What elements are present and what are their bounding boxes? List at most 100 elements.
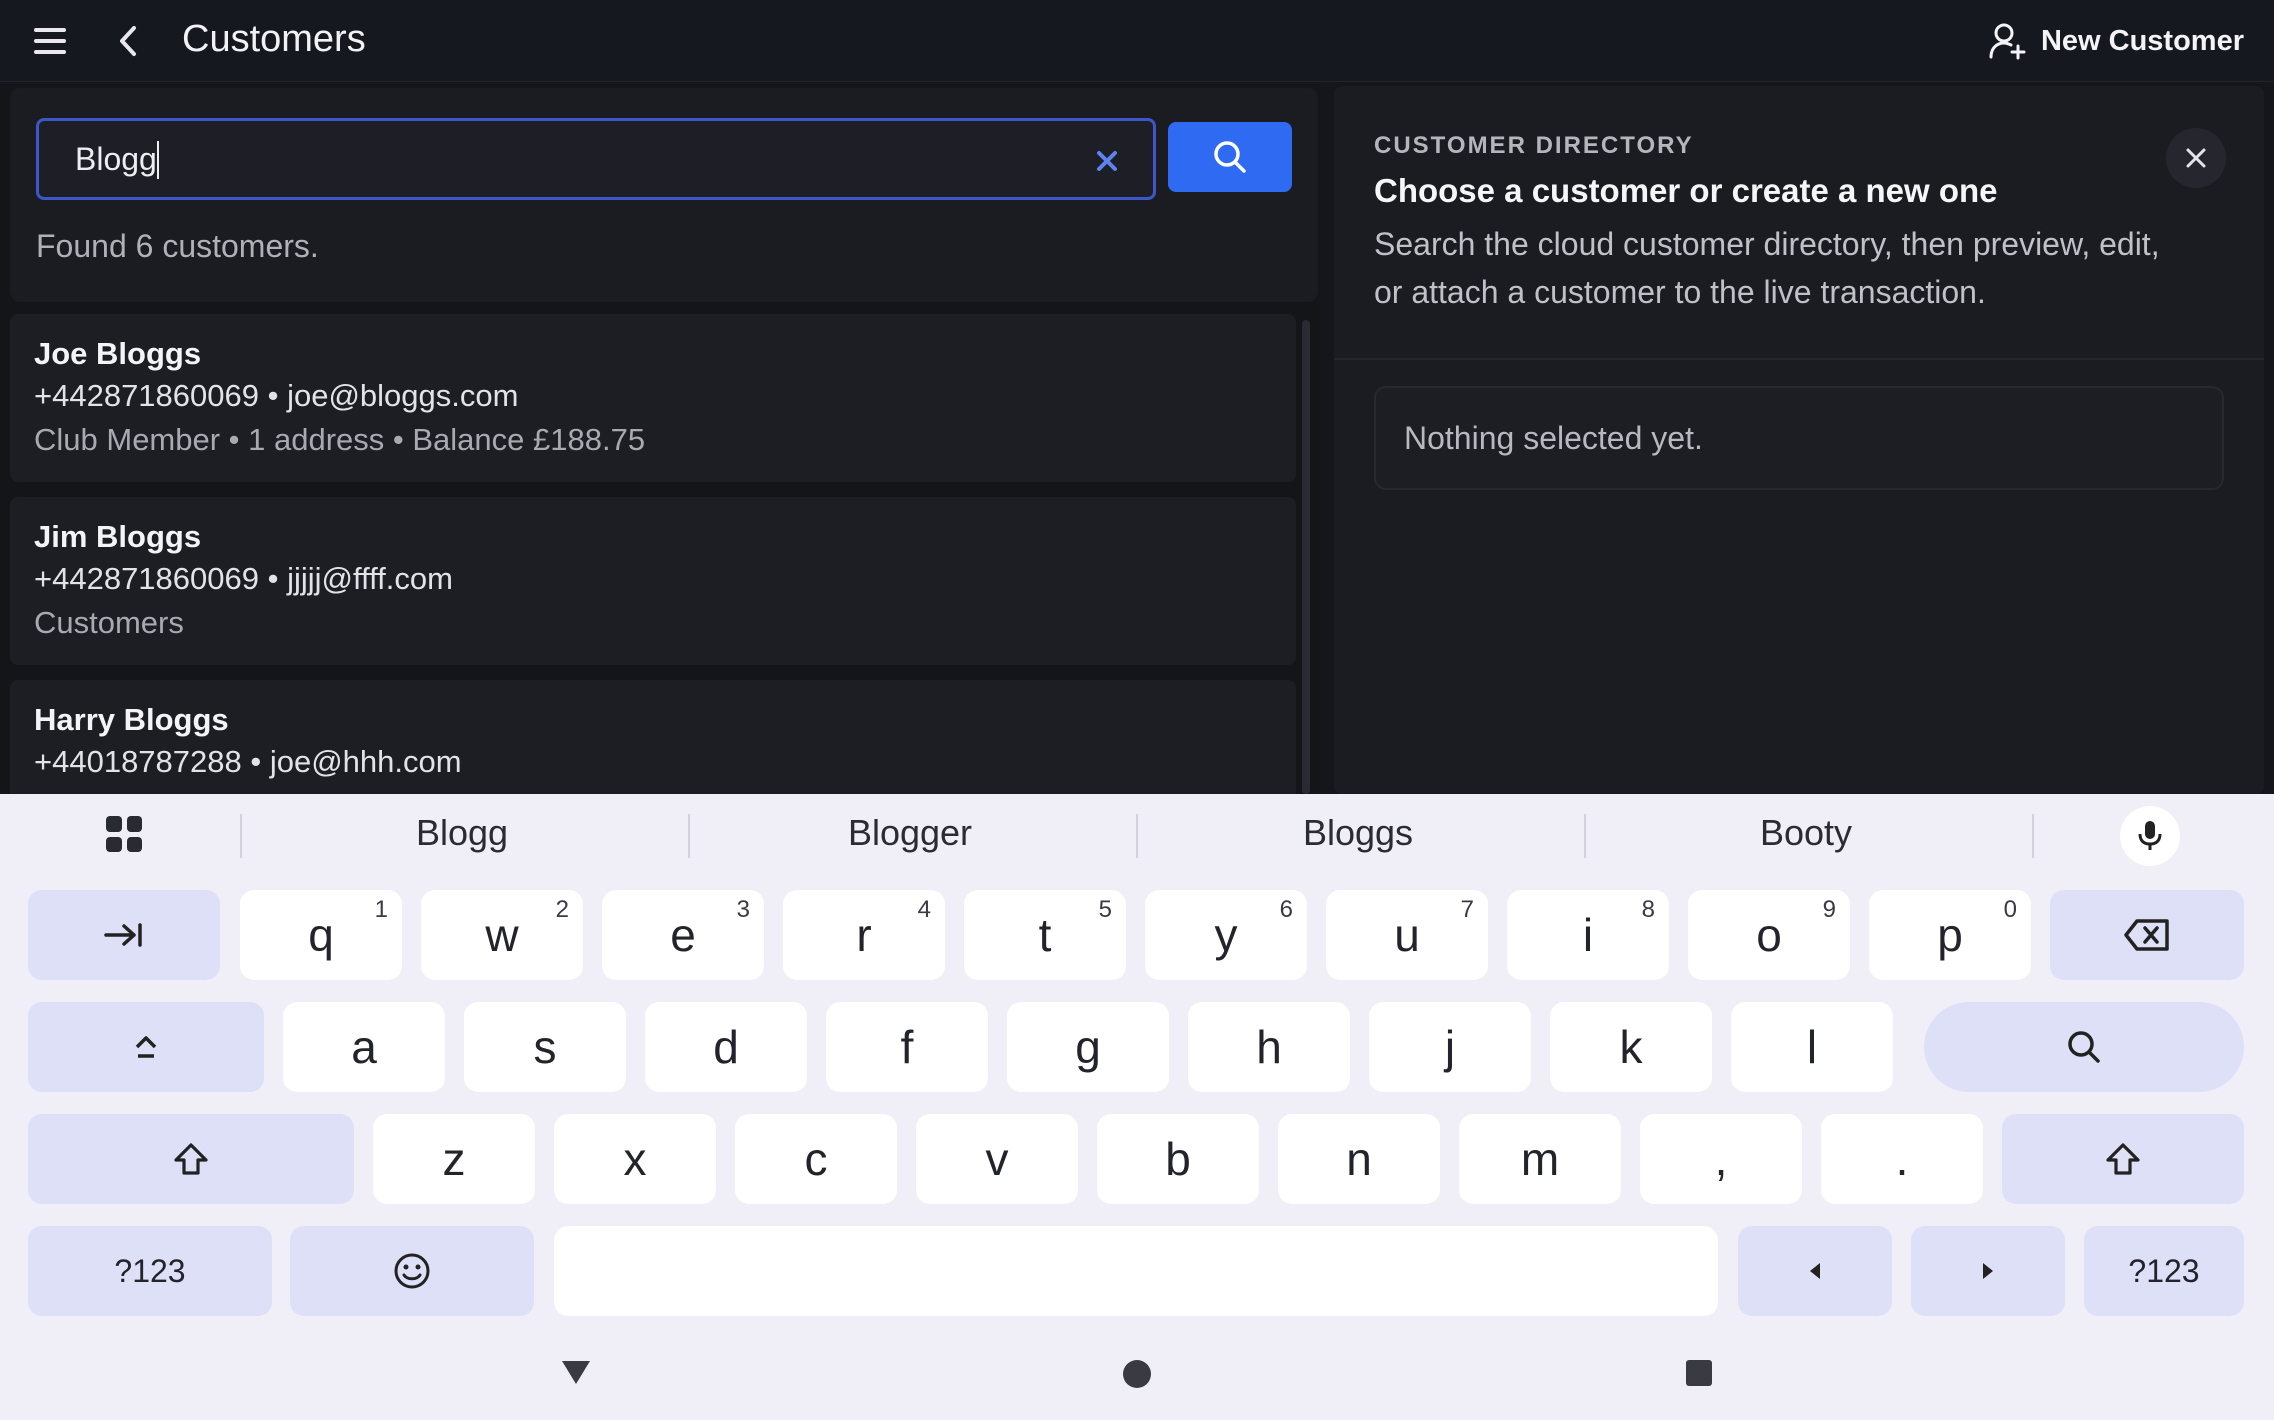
search-button[interactable] <box>1168 122 1292 192</box>
clear-search-icon[interactable] <box>1087 141 1127 181</box>
key-h[interactable]: h <box>1188 1002 1350 1092</box>
backspace-key[interactable] <box>2050 890 2244 980</box>
key-u[interactable]: u7 <box>1326 890 1488 980</box>
customer-meta: Customers <box>34 605 184 640</box>
panel-heading: Choose a customer or create a new one <box>1374 172 1998 209</box>
key-i[interactable]: i8 <box>1507 890 1669 980</box>
cursor-left-key[interactable] <box>1738 1226 1892 1316</box>
key-y[interactable]: y6 <box>1145 890 1307 980</box>
shift-icon <box>2106 1143 2140 1175</box>
microphone-icon[interactable] <box>2120 806 2180 866</box>
search-input[interactable]: Blogg <box>36 118 1156 200</box>
search-input-value: Blogg <box>75 141 157 177</box>
key-b[interactable]: b <box>1097 1114 1259 1204</box>
backspace-icon <box>2124 919 2169 951</box>
suggestion-1[interactable]: Blogg <box>242 812 682 854</box>
shift-left-key[interactable] <box>28 1114 354 1204</box>
key-z[interactable]: z <box>373 1114 535 1204</box>
customer-contact: +442871860069 • jjjjj@ffff.com <box>34 561 453 596</box>
cursor-right-key[interactable] <box>1911 1226 2065 1316</box>
key-a[interactable]: a <box>283 1002 445 1092</box>
customer-name: Harry Bloggs <box>34 702 229 737</box>
caps-lock-icon <box>135 1036 157 1058</box>
key-q[interactable]: q1 <box>240 890 402 980</box>
search-action-key[interactable] <box>1924 1002 2244 1092</box>
list-item[interactable]: Joe Bloggs +442871860069 • joe@bloggs.co… <box>10 314 1296 482</box>
suggestion-strip: Blogg Blogger Bloggs Booty <box>0 794 2274 876</box>
key-o[interactable]: o9 <box>1688 890 1850 980</box>
caret-right-icon <box>1983 1263 1993 1279</box>
search-card: Blogg Found 6 customers. <box>10 88 1318 302</box>
onscreen-keyboard: Blogg Blogger Bloggs Booty q1 w2 e3 r4 t… <box>0 794 2274 1420</box>
key-x[interactable]: x <box>554 1114 716 1204</box>
back-triangle-icon[interactable] <box>558 1356 594 1388</box>
search-icon <box>2068 1031 2100 1063</box>
suggestion-4[interactable]: Booty <box>1586 812 2026 854</box>
symbols-key-left[interactable]: ?123 <box>28 1226 272 1316</box>
add-user-icon <box>1989 23 2026 60</box>
panel-kicker: CUSTOMER DIRECTORY <box>1374 132 1694 159</box>
key-w[interactable]: w2 <box>421 890 583 980</box>
close-icon <box>2186 148 2206 168</box>
key-r[interactable]: r4 <box>783 890 945 980</box>
shift-icon <box>174 1143 208 1175</box>
suggestion-divider <box>2032 814 2034 858</box>
shift-lock-key[interactable] <box>28 1002 264 1092</box>
app-bar: Customers New Customer <box>0 0 2274 82</box>
results-count: Found 6 customers. <box>36 228 319 264</box>
key-t[interactable]: t5 <box>964 890 1126 980</box>
key-f[interactable]: f <box>826 1002 988 1092</box>
key-period[interactable]: . <box>1821 1114 1983 1204</box>
menu-icon[interactable] <box>28 22 72 60</box>
tab-icon <box>104 923 142 947</box>
emoji-icon <box>394 1253 430 1289</box>
customer-name: Joe Bloggs <box>34 336 202 371</box>
key-k[interactable]: k <box>1550 1002 1712 1092</box>
new-customer-label: New Customer <box>2040 24 2244 57</box>
selection-placeholder: Nothing selected yet. <box>1374 386 2224 490</box>
search-icon <box>1214 141 1246 173</box>
tab-key[interactable] <box>28 890 220 980</box>
key-g[interactable]: g <box>1007 1002 1169 1092</box>
key-n[interactable]: n <box>1278 1114 1440 1204</box>
shift-right-key[interactable] <box>2002 1114 2244 1204</box>
key-m[interactable]: m <box>1459 1114 1621 1204</box>
close-panel-button[interactable] <box>2166 128 2226 188</box>
key-e[interactable]: e3 <box>602 890 764 980</box>
home-circle-icon[interactable] <box>1121 1358 1153 1390</box>
key-p[interactable]: p0 <box>1869 890 2031 980</box>
customer-search-panel: Blogg Found 6 customers. Joe Bloggs +442… <box>0 84 1320 794</box>
suggestion-3[interactable]: Bloggs <box>1138 812 1578 854</box>
space-bar[interactable] <box>554 1226 1718 1316</box>
customer-contact: +442871860069 • joe@bloggs.com <box>34 378 519 413</box>
key-comma[interactable]: , <box>1640 1114 1802 1204</box>
list-item[interactable]: Jim Bloggs +442871860069 • jjjjj@ffff.co… <box>10 497 1296 665</box>
page-title: Customers <box>182 18 366 60</box>
key-s[interactable]: s <box>464 1002 626 1092</box>
new-customer-button[interactable]: New Customer <box>1989 16 2244 66</box>
key-v[interactable]: v <box>916 1114 1078 1204</box>
empty-state-text: Nothing selected yet. <box>1404 420 1703 456</box>
customer-name: Jim Bloggs <box>34 519 202 554</box>
panel-divider <box>1334 358 2264 360</box>
suggestion-2[interactable]: Blogger <box>690 812 1130 854</box>
key-l[interactable]: l <box>1731 1002 1893 1092</box>
recents-square-icon[interactable] <box>1684 1358 1714 1388</box>
key-c[interactable]: c <box>735 1114 897 1204</box>
customer-detail-panel: CUSTOMER DIRECTORY Choose a customer or … <box>1334 86 2264 794</box>
key-j[interactable]: j <box>1369 1002 1531 1092</box>
customer-contact: +44018787288 • joe@hhh.com <box>34 744 462 779</box>
apps-grid-icon[interactable] <box>106 816 142 852</box>
emoji-key[interactable] <box>290 1226 534 1316</box>
text-caret <box>157 141 159 179</box>
results-list: Joe Bloggs +442871860069 • joe@bloggs.co… <box>10 314 1296 794</box>
results-scrollbar[interactable] <box>1302 320 1310 794</box>
list-item[interactable]: Harry Bloggs +44018787288 • joe@hhh.com <box>10 680 1296 794</box>
back-arrow-icon[interactable] <box>108 18 148 64</box>
customer-meta: Club Member • 1 address • Balance £188.7… <box>34 422 646 457</box>
symbols-key-right[interactable]: ?123 <box>2084 1226 2244 1316</box>
system-navigation-bar <box>0 1330 2274 1420</box>
caret-left-icon <box>1810 1263 1820 1279</box>
key-d[interactable]: d <box>645 1002 807 1092</box>
panel-description: Search the cloud customer directory, the… <box>1374 226 2160 310</box>
